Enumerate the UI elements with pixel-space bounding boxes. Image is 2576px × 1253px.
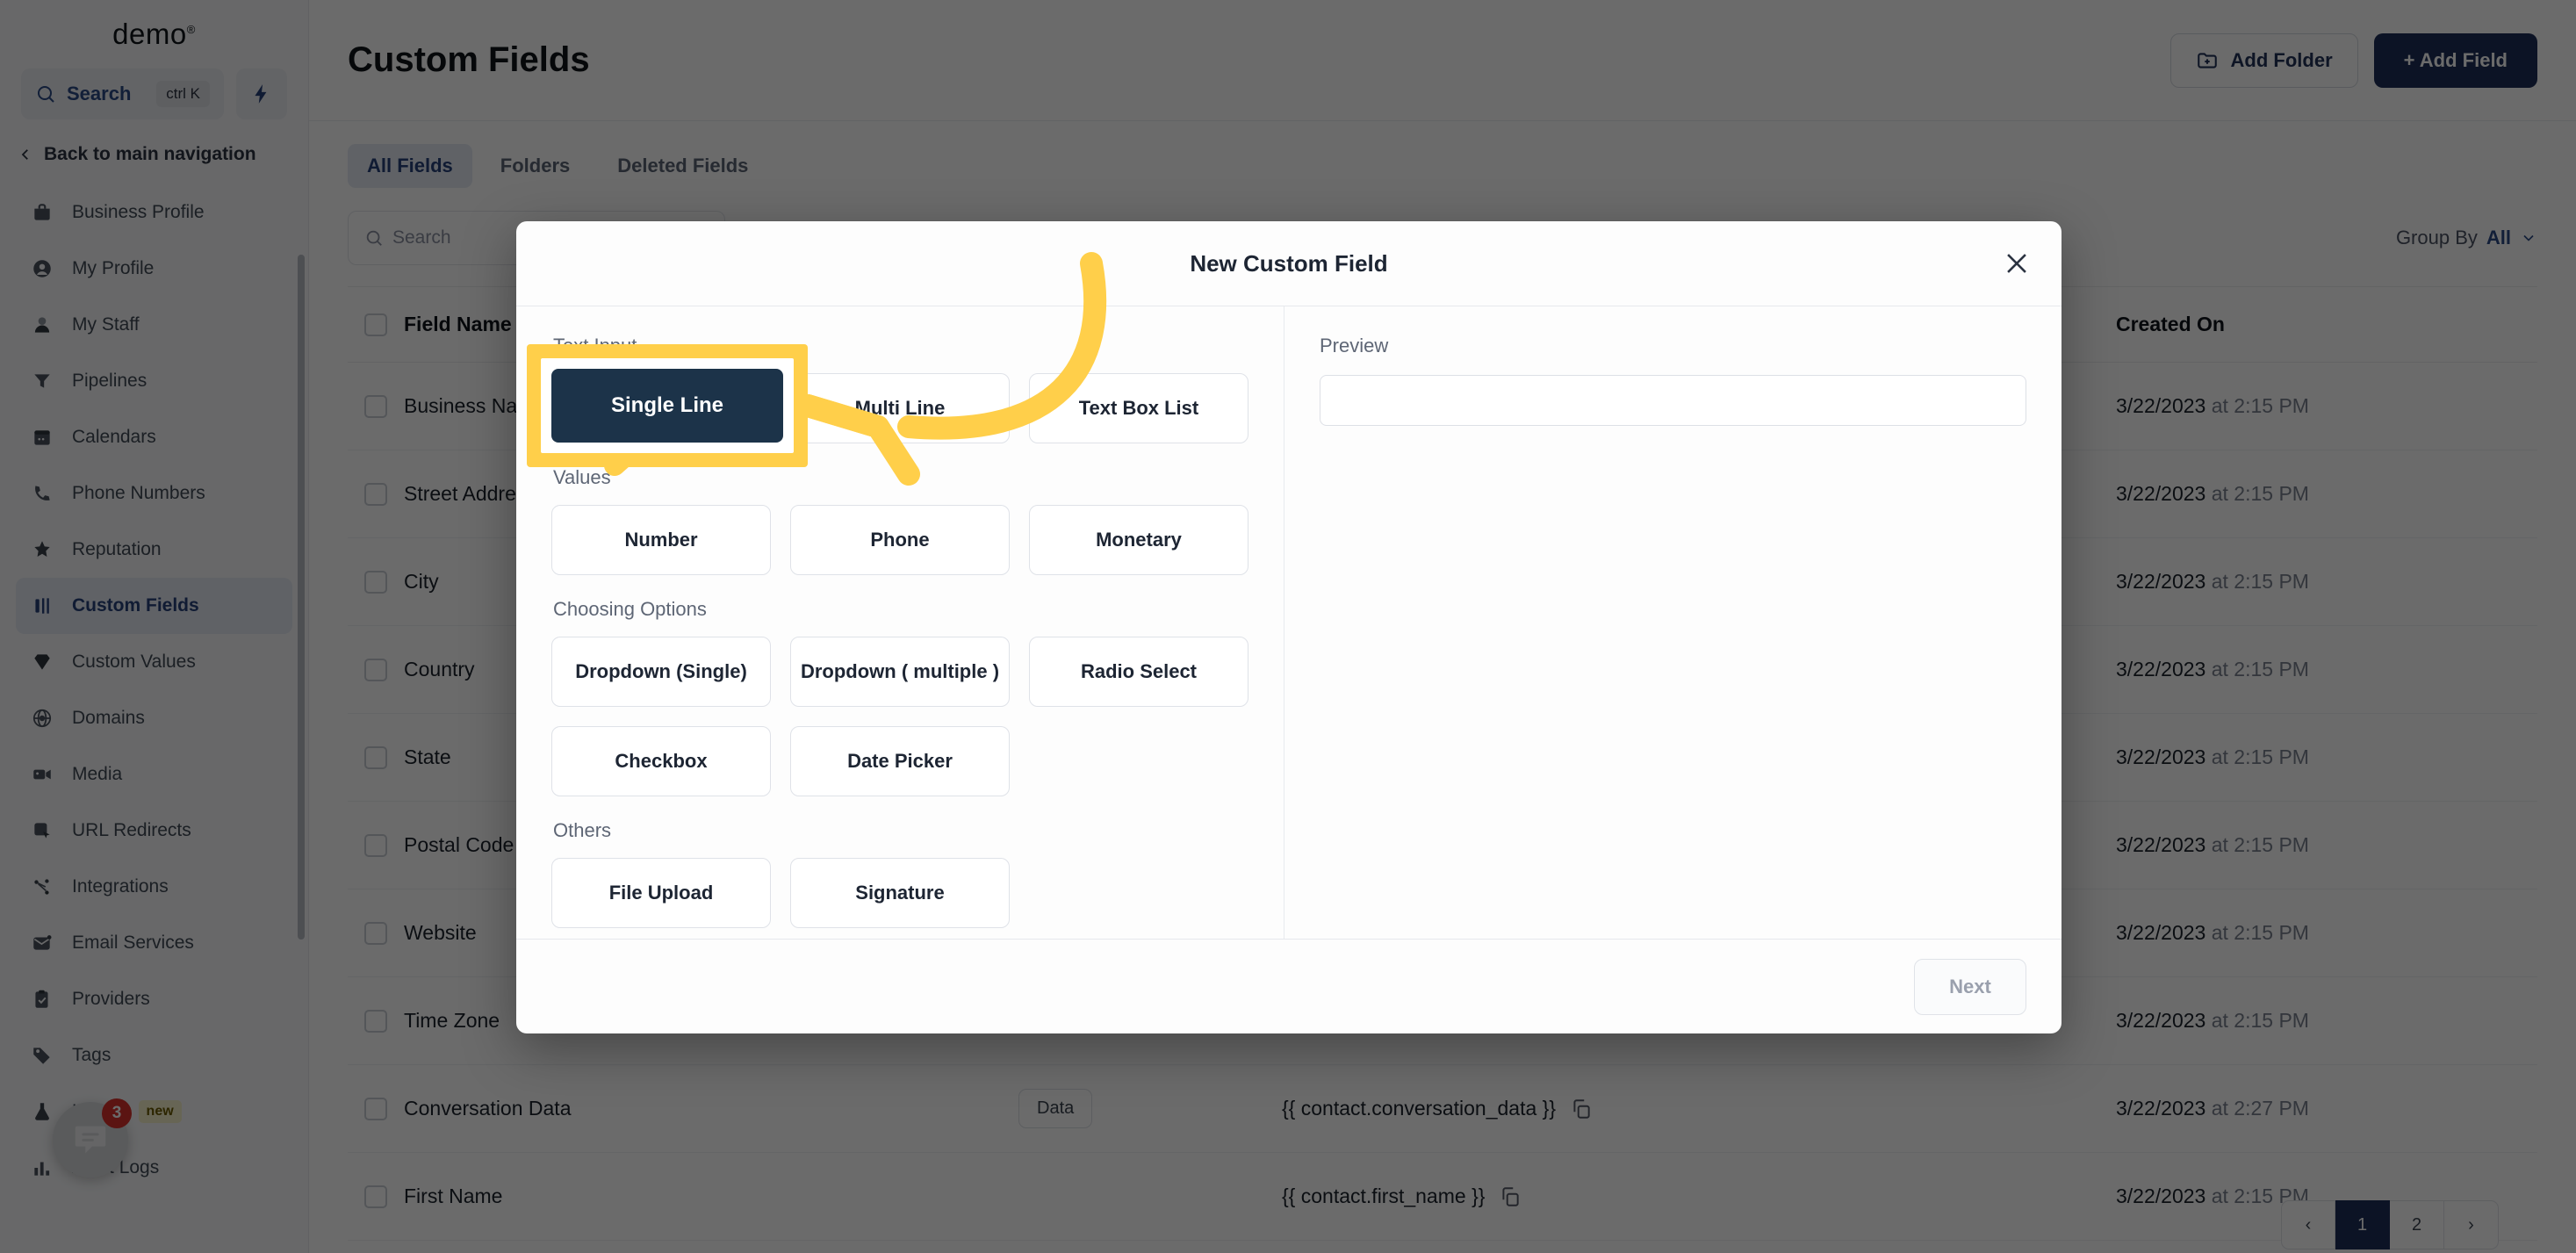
- group-buttons: Single Line Multi Line Text Box List: [551, 373, 1248, 443]
- modal-title: New Custom Field: [1190, 249, 1388, 277]
- group-buttons: Number Phone Monetary: [551, 505, 1248, 575]
- field-type-number[interactable]: Number: [551, 505, 771, 575]
- field-type-multi-line[interactable]: Multi Line: [790, 373, 1010, 443]
- preview-label: Preview: [1320, 335, 1389, 356]
- group-label-choosing-options: Choosing Options: [553, 598, 707, 620]
- field-type-text-box-list[interactable]: Text Box List: [1029, 373, 1248, 443]
- field-type-dropdown-multiple[interactable]: Dropdown ( multiple ): [790, 637, 1010, 707]
- field-type-radio-select[interactable]: Radio Select: [1029, 637, 1248, 707]
- field-type-date-picker[interactable]: Date Picker: [790, 726, 1010, 796]
- next-button[interactable]: Next: [1914, 958, 2026, 1015]
- preview-panel: Preview: [1284, 306, 2062, 939]
- field-type-file-upload[interactable]: File Upload: [551, 858, 771, 928]
- new-custom-field-modal: New Custom Field Text Input Single Line Mu…: [516, 221, 2062, 1033]
- close-icon: [2007, 254, 2026, 273]
- field-type-picker: Text Input Single Line Multi Line Text Box …: [516, 306, 1284, 939]
- modal-body: Text Input Single Line Multi Line Text Box …: [516, 306, 2062, 939]
- group-label-others: Others: [553, 819, 612, 841]
- group-label-text-input: Text Input: [553, 335, 637, 356]
- field-type-dropdown-single[interactable]: Dropdown (Single): [551, 637, 771, 707]
- field-type-single-line[interactable]: Single Line: [551, 373, 771, 443]
- group-buttons: File Upload Signature: [551, 858, 1248, 928]
- group-label-values: Values: [553, 466, 611, 488]
- field-type-signature[interactable]: Signature: [790, 858, 1010, 928]
- field-type-phone[interactable]: Phone: [790, 505, 1010, 575]
- field-type-checkbox[interactable]: Checkbox: [551, 726, 771, 796]
- modal-header: New Custom Field: [516, 221, 2062, 306]
- group-buttons: Dropdown (Single) Dropdown ( multiple ) Ra…: [551, 637, 1248, 796]
- field-type-monetary[interactable]: Monetary: [1029, 505, 1248, 575]
- modal-footer: Next: [516, 939, 2062, 1033]
- preview-input[interactable]: [1320, 375, 2026, 426]
- close-button[interactable]: [2002, 248, 2032, 278]
